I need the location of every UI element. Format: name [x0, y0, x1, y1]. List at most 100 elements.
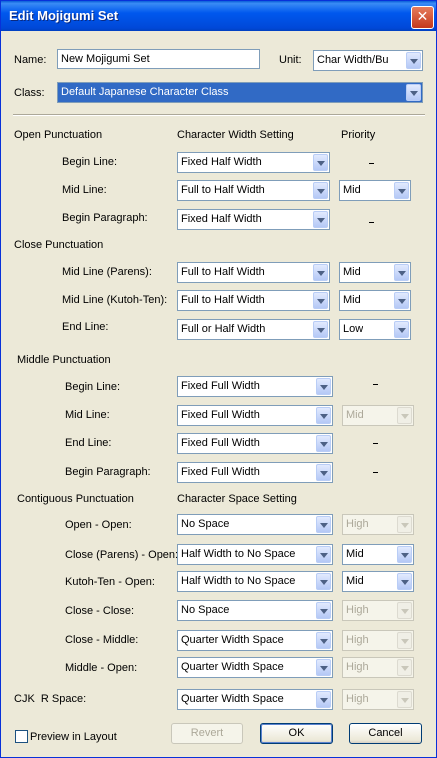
class-label: Class: — [14, 87, 45, 99]
unit-dropdown-value: Char Width/Bu — [317, 54, 389, 66]
open-mid-line-label: Mid Line: — [62, 184, 107, 196]
chevron-down-icon — [394, 321, 409, 338]
chevron-down-icon — [316, 632, 331, 649]
open-mid-line-dropdown[interactable]: Full to Half Width — [177, 180, 330, 201]
chevron-down-icon — [397, 602, 412, 619]
open-open-dropdown[interactable]: No Space — [177, 514, 333, 535]
chevron-down-icon — [394, 264, 409, 281]
title-bar[interactable]: Edit Mojigumi Set ✕ — [1, 1, 436, 31]
chevron-down-icon — [316, 464, 331, 481]
priority-none-dash — [369, 163, 374, 164]
chevron-down-icon — [406, 84, 421, 101]
kutohten-open-priority-dropdown[interactable]: Mid — [342, 571, 414, 592]
middle-mid-line-dropdown[interactable]: Fixed Full Width — [177, 405, 333, 426]
open-begin-line-dropdown[interactable]: Fixed Half Width — [177, 152, 330, 173]
close-mid-line-parens-dropdown[interactable]: Full to Half Width — [177, 262, 330, 283]
contiguous-punctuation-heading: Contiguous Punctuation — [17, 493, 134, 505]
kutohten-open-dropdown[interactable]: Half Width to No Space — [177, 571, 333, 592]
middle-end-line-dropdown[interactable]: Fixed Full Width — [177, 433, 333, 454]
chevron-down-icon — [316, 659, 331, 676]
chevron-down-icon — [313, 154, 328, 171]
chevron-down-icon — [316, 407, 331, 424]
middle-mid-line-label: Mid Line: — [65, 409, 110, 421]
chevron-down-icon — [394, 292, 409, 309]
chevron-down-icon — [316, 516, 331, 533]
close-mid-line-parens-label: Mid Line (Parens): — [62, 266, 152, 278]
open-open-label: Open - Open: — [65, 519, 132, 531]
separator — [13, 114, 425, 116]
chevron-down-icon — [313, 321, 328, 338]
char-space-setting-heading: Character Space Setting — [177, 493, 297, 505]
dropdown-value: Half Width to No Space — [181, 548, 296, 560]
preview-in-layout-checkbox[interactable] — [15, 730, 28, 743]
close-end-line-priority-dropdown[interactable]: Low — [339, 319, 411, 340]
close-mid-line-parens-priority-dropdown[interactable]: Mid — [339, 262, 411, 283]
dropdown-value: Full or Half Width — [181, 323, 266, 335]
chevron-down-icon — [397, 546, 412, 563]
close-mid-line-kutohten-label: Mid Line (Kutoh-Ten): — [62, 294, 168, 306]
open-punctuation-heading: Open Punctuation — [14, 129, 103, 141]
dropdown-value: Fixed Full Width — [181, 409, 260, 421]
unit-dropdown[interactable]: Char Width/Bu — [313, 50, 423, 71]
close-close-dropdown[interactable]: No Space — [177, 600, 333, 621]
char-width-setting-heading: Character Width Setting — [177, 129, 294, 141]
name-field[interactable]: New Mojigumi Set — [57, 49, 260, 69]
close-end-line-dropdown[interactable]: Full or Half Width — [177, 319, 330, 340]
chevron-down-icon — [397, 516, 412, 533]
class-dropdown[interactable]: Default Japanese Character Class — [57, 82, 423, 103]
priority-none-dash — [369, 222, 374, 223]
dropdown-value: High — [346, 518, 369, 530]
dropdown-value: Quarter Width Space — [181, 693, 284, 705]
chevron-down-icon — [394, 182, 409, 199]
dropdown-value: Full to Half Width — [181, 266, 265, 278]
close-parens-open-label: Close (Parens) - Open: — [65, 549, 179, 561]
dropdown-value: High — [346, 634, 369, 646]
dropdown-value: Fixed Full Width — [181, 437, 260, 449]
close-middle-priority-dropdown: High — [342, 630, 414, 651]
chevron-down-icon — [316, 602, 331, 619]
close-end-line-label: End Line: — [62, 321, 109, 333]
chevron-down-icon — [313, 264, 328, 281]
priority-heading: Priority — [341, 129, 376, 141]
dropdown-value: Mid — [343, 294, 361, 306]
close-parens-open-dropdown[interactable]: Half Width to No Space — [177, 544, 333, 565]
chevron-down-icon — [313, 211, 328, 228]
close-icon[interactable]: ✕ — [411, 6, 434, 29]
chevron-down-icon — [316, 573, 331, 590]
dropdown-value: Full to Half Width — [181, 184, 265, 196]
chevron-down-icon — [397, 573, 412, 590]
middle-begin-line-dropdown[interactable]: Fixed Full Width — [177, 376, 333, 397]
dropdown-value: Fixed Half Width — [181, 213, 262, 225]
dropdown-value: Mid — [343, 266, 361, 278]
dropdown-value: Full to Half Width — [181, 294, 265, 306]
open-begin-paragraph-dropdown[interactable]: Fixed Half Width — [177, 209, 330, 230]
cjk-r-space-priority-dropdown: High — [342, 689, 414, 710]
close-middle-dropdown[interactable]: Quarter Width Space — [177, 630, 333, 651]
open-mid-line-priority-dropdown[interactable]: Mid — [339, 180, 411, 201]
unit-label: Unit: — [279, 54, 302, 66]
dropdown-value: Low — [343, 323, 364, 335]
cancel-button[interactable]: Cancel — [349, 723, 422, 744]
dropdown-value: Half Width to No Space — [181, 575, 296, 587]
close-mid-line-kutohten-dropdown[interactable]: Full to Half Width — [177, 290, 330, 311]
chevron-down-icon — [397, 407, 412, 424]
close-close-priority-dropdown: High — [342, 600, 414, 621]
dropdown-value: Mid — [346, 548, 364, 560]
dropdown-value: Mid — [346, 575, 364, 587]
close-mid-line-kutohten-priority-dropdown[interactable]: Mid — [339, 290, 411, 311]
preview-in-layout-label[interactable]: Preview in Layout — [30, 731, 117, 743]
close-parens-open-priority-dropdown[interactable]: Mid — [342, 544, 414, 565]
dropdown-value: Mid — [343, 184, 361, 196]
revert-button: Revert — [171, 723, 243, 744]
dropdown-value: Quarter Width Space — [181, 661, 284, 673]
close-close-label: Close - Close: — [65, 605, 135, 617]
class-dropdown-value: Default Japanese Character Class — [61, 86, 229, 98]
middle-open-dropdown[interactable]: Quarter Width Space — [177, 657, 333, 678]
priority-none-dash — [373, 443, 378, 444]
cjk-r-space-dropdown[interactable]: Quarter Width Space — [177, 689, 333, 710]
dropdown-value: No Space — [181, 518, 230, 530]
ok-button[interactable]: OK — [260, 723, 333, 744]
window-title: Edit Mojigumi Set — [9, 8, 119, 23]
dropdown-value: Quarter Width Space — [181, 634, 284, 646]
middle-begin-paragraph-dropdown[interactable]: Fixed Full Width — [177, 462, 333, 483]
